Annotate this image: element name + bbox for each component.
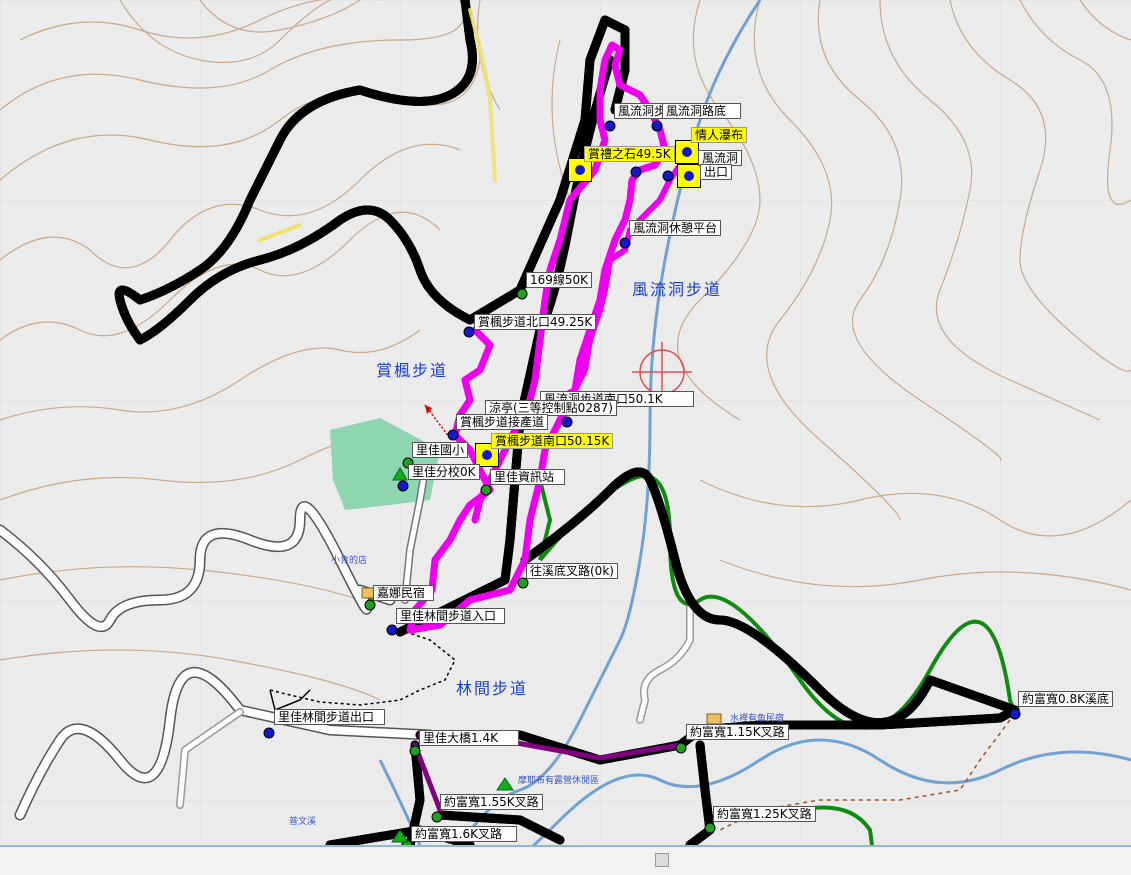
area-label: 賞楓步道: [376, 361, 449, 380]
topo-map[interactable]: 風流洞步 風流洞路底 情人瀑布 賞禮之石49.5K 風流洞 出口 風流洞休憩平台…: [0, 0, 1131, 845]
waypoint-label[interactable]: 里佳林間步道入口: [396, 608, 506, 624]
waypoint-label[interactable]: 賞楓步道南口50.15K: [491, 433, 614, 449]
waypoint-label[interactable]: 賞禮之石49.5K: [584, 146, 675, 162]
waypoint-label[interactable]: 里佳林間步道出口: [274, 709, 386, 725]
waypoint-label[interactable]: 情人瀑布: [691, 127, 748, 143]
status-bar: [0, 845, 1131, 875]
poi-label: 小青的店: [331, 556, 368, 566]
waypoint-label[interactable]: 約富寬1.55K叉路: [440, 794, 543, 810]
waypoint-label[interactable]: 里佳分校0K: [408, 464, 480, 480]
waypoint-label[interactable]: 約富寬1.6K叉路: [411, 826, 517, 842]
poi-label: 水裡有魚民宿: [730, 714, 785, 724]
waypoint-label[interactable]: 風流洞路底: [662, 103, 742, 119]
waypoint-label[interactable]: 嘉娜民宿: [373, 585, 435, 601]
poi-label: 普文溪: [289, 817, 317, 827]
highlight-marker[interactable]: [677, 164, 701, 188]
area-label: 林間步道: [456, 679, 529, 698]
waypoint-label[interactable]: 往溪底叉路(0k): [526, 563, 618, 579]
waypoint-label[interactable]: 賞楓步道北口49.25K: [474, 314, 597, 330]
map-canvas[interactable]: [0, 0, 1131, 845]
highlight-marker[interactable]: [675, 140, 699, 164]
waypoint-label[interactable]: 約富寬1.15K叉路: [686, 724, 789, 740]
waypoint-label[interactable]: 169線50K: [526, 272, 593, 288]
waypoint-label[interactable]: 約富寬0.8K溪底: [1018, 691, 1113, 707]
waypoint-label[interactable]: 約富寬1.25K叉路: [713, 806, 816, 822]
waypoint-label[interactable]: 里佳國小: [412, 442, 469, 458]
waypoint-label[interactable]: 出口: [700, 164, 733, 180]
scrollbar-thumb[interactable]: [655, 853, 669, 867]
waypoint-label[interactable]: 風流洞休憩平台: [629, 220, 722, 236]
area-label: 風流洞步道: [632, 280, 723, 299]
waypoint-label[interactable]: 里佳資訊站: [490, 469, 566, 485]
poi-label: 摩耶布有露營休閒區: [518, 776, 600, 786]
waypoint-label[interactable]: 賞楓步道接產道: [456, 414, 549, 430]
waypoint-label[interactable]: 里佳大橋1.4K: [419, 730, 519, 746]
